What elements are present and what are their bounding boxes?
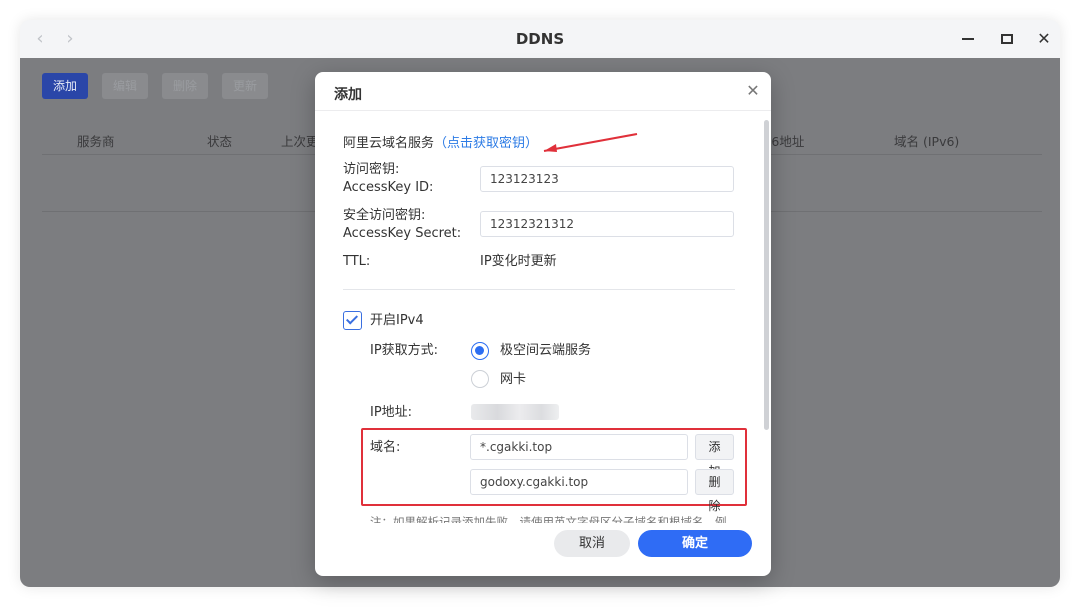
annotation-arrow-icon (543, 133, 638, 152)
